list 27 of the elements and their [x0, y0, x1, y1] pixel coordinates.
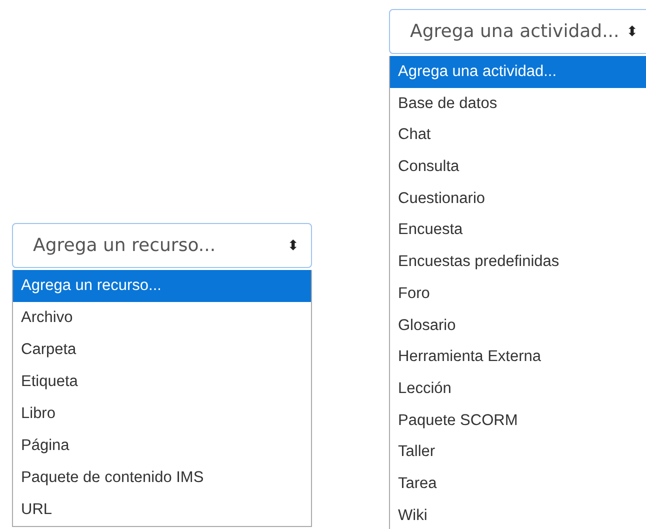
dropdown-option[interactable]: Carpeta — [13, 334, 311, 366]
select-field[interactable]: Agrega una actividad... ⬍ — [389, 9, 646, 54]
dropdown-option[interactable]: Agrega una actividad... — [390, 56, 646, 88]
sort-caret-icon: ⬍ — [287, 238, 299, 254]
dropdown-option[interactable]: Wiki — [390, 500, 646, 529]
dropdown-option[interactable]: Lección — [390, 372, 646, 405]
dropdown-option[interactable]: Cuestionario — [390, 182, 646, 214]
dropdown-option[interactable]: Agrega un recurso... — [13, 270, 311, 302]
dropdown-option[interactable]: Libro — [13, 398, 311, 430]
dropdown-option[interactable]: Encuestas predefinidas — [390, 246, 646, 278]
dropdown-option[interactable]: Tarea — [390, 468, 646, 500]
dropdown-option[interactable]: Foro — [390, 278, 646, 310]
dropdown-option[interactable]: URL — [13, 494, 311, 526]
dropdown-option[interactable]: Taller — [390, 436, 646, 468]
select-field[interactable]: Agrega un recurso... ⬍ — [12, 223, 312, 268]
dropdown-option[interactable]: Base de datos — [390, 88, 646, 120]
dropdown-option[interactable]: Paquete SCORM — [390, 404, 646, 436]
dropdown-option[interactable]: Archivo — [13, 302, 311, 334]
dropdown-option[interactable]: Encuesta — [390, 214, 646, 246]
dropdown-option[interactable]: Etiqueta — [13, 366, 311, 398]
dropdown-option[interactable]: Consulta — [390, 151, 646, 183]
dropdown-option[interactable]: Paquete de contenido IMS — [13, 462, 311, 494]
dropdown-option[interactable]: Chat — [390, 119, 646, 152]
dropdown-option[interactable]: Glosario — [390, 310, 646, 342]
dropdown-option[interactable]: Herramienta Externa — [390, 341, 646, 373]
sort-caret-icon: ⬍ — [626, 24, 638, 40]
dropdown-option[interactable]: Página — [13, 430, 311, 462]
